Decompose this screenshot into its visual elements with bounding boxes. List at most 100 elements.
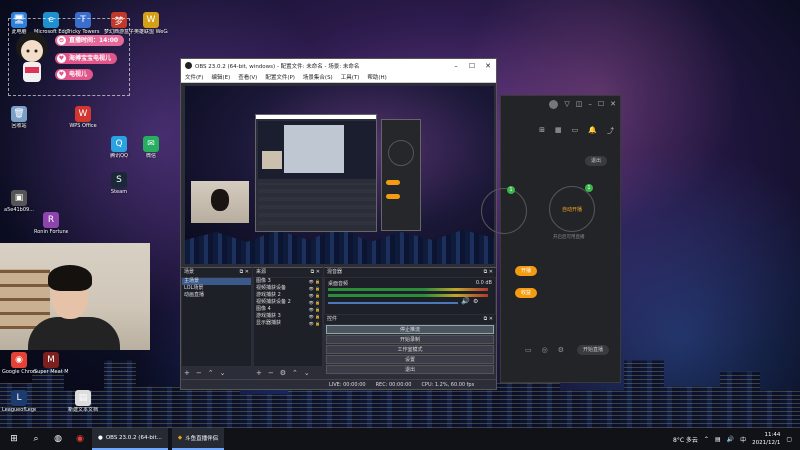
shield-icon[interactable]: ▽ (564, 100, 569, 109)
scenes-list: 主场景 LOL场景 动画直播 (182, 278, 251, 366)
visibility-lock-icon[interactable]: 👁 🔒 (309, 320, 322, 327)
close-icon[interactable]: ✕ (480, 62, 496, 70)
start-windows-icon[interactable]: ⊞ (6, 431, 22, 447)
clock[interactable]: 11:44 2021/12/1 (752, 431, 780, 447)
close-icon[interactable]: ✕ (610, 100, 616, 109)
logout-button[interactable]: 退出 (585, 156, 608, 166)
source-item[interactable]: 图像 3 👁 🔒 (254, 278, 322, 285)
desktop-icon[interactable]: ▣ a5e41b09... (2, 190, 36, 213)
desktop-icon-glyph: ◉ (11, 352, 27, 368)
chrome-icon[interactable]: ◉ (72, 431, 88, 447)
desktop-icon[interactable]: R Ronin Fortune (34, 212, 68, 235)
scene-item[interactable]: 主场景 (182, 278, 251, 285)
task-obs[interactable]: ● OBS 23.0.2 (64-bit... (92, 428, 168, 450)
desktop-icon[interactable]: W英雄联盟 WeGame (134, 12, 168, 35)
bell-icon[interactable]: 🔔 (588, 126, 597, 136)
gift-icon[interactable]: ◫ (576, 100, 583, 109)
up-icon[interactable]: ⌃ (292, 369, 298, 377)
menu-item[interactable]: 配置文件(P) (265, 73, 295, 81)
steam-icon[interactable]: ◍ (50, 431, 66, 447)
camera-icon[interactable]: ▭ (525, 346, 532, 354)
minimize-icon[interactable]: – (448, 62, 464, 70)
gear-icon[interactable]: ⚙ (280, 369, 286, 377)
minimize-icon[interactable]: – (588, 100, 592, 109)
nickname-pill: ♥ 海搏宝宝电视儿 (55, 53, 118, 64)
visibility-lock-icon[interactable]: 👁 🔒 (309, 306, 322, 313)
control-button[interactable]: 设置 (326, 355, 494, 364)
weather-label[interactable]: 8°C 多云 (673, 435, 698, 444)
visibility-lock-icon[interactable]: 👁 🔒 (309, 299, 322, 306)
gear-icon[interactable]: ⚙ (558, 346, 564, 354)
gear-icon[interactable]: ⚙ (473, 298, 478, 305)
restore-icon[interactable]: ☐ (598, 100, 604, 109)
visibility-lock-icon[interactable]: 👁 🔒 (309, 278, 322, 285)
remove-icon[interactable]: − (268, 369, 274, 377)
control-button[interactable]: 停止推流 (326, 325, 494, 334)
chevron-up-icon[interactable]: ⌃ (704, 436, 709, 443)
menu-item[interactable]: 查看(V) (238, 73, 257, 81)
volume-slider[interactable] (328, 302, 458, 304)
desktop-icon[interactable]: S Steam (102, 172, 136, 195)
notification-icon[interactable]: ▢ (786, 436, 792, 443)
source-item[interactable]: 显示器捕获 👁 🔒 (254, 320, 322, 327)
desktop-icon[interactable]: 🗑 回收站 (2, 106, 36, 129)
menu-item[interactable]: 场景集合(S) (303, 73, 333, 81)
obs-window[interactable]: OBS 23.0.2 (64-bit, windows) - 配置文件: 未命名… (180, 58, 497, 390)
avatar-widget[interactable]: ⏲ 直播时间：14:00 ♥ 海搏宝宝电视儿 ♥ 电视儿 (8, 18, 130, 96)
menu-item[interactable]: 文件(F) (185, 73, 203, 81)
obs-titlebar[interactable]: OBS 23.0.2 (64-bit, windows) - 配置文件: 未命名… (181, 59, 496, 72)
search-icon[interactable]: ⌕ (28, 431, 44, 447)
window-icon[interactable]: ▭ (572, 126, 579, 136)
down-icon[interactable]: ⌄ (220, 369, 226, 377)
input-language[interactable]: 中 (740, 435, 746, 444)
control-button[interactable]: 退出 (326, 365, 494, 374)
desktop-icon[interactable]: Q 腾讯QQ (102, 136, 136, 159)
orange-row-2[interactable]: 收益 (515, 288, 538, 298)
start-live-button[interactable]: 开始直播 (577, 345, 610, 355)
auto-start-circle[interactable]: 自动开播 (549, 186, 595, 232)
add-icon[interactable]: + (256, 369, 262, 377)
control-button[interactable]: 开始录制 (326, 335, 494, 344)
obs-preview[interactable] (185, 86, 494, 264)
menu-item[interactable]: 工具(T) (341, 73, 360, 81)
home-icon[interactable]: ⊞ (539, 126, 545, 136)
desktop-icon-glyph: W (75, 106, 91, 122)
speaker-icon[interactable]: 🔊 (461, 297, 470, 305)
eye-icon[interactable]: ◎ (542, 346, 548, 354)
visibility-lock-icon[interactable]: 👁 🔒 (309, 313, 322, 320)
task-assistant[interactable]: ◆ 斗鱼直播伴侣 (171, 428, 225, 450)
grid-icon[interactable]: ▦ (555, 126, 562, 136)
stream-assistant-window[interactable]: ▽ ◫ – ☐ ✕ ⊞ ▦ ▭ 🔔 ⤴ 退出 1 自动开播 1 开启后可用直播 … (481, 95, 621, 383)
orange-row-1[interactable]: 开播 (515, 266, 538, 276)
source-item[interactable]: 视频捕获设备 2 👁 🔒 (254, 299, 322, 306)
desktop-icon[interactable]: ▤ 新建文本文档 (66, 390, 100, 413)
source-item[interactable]: 图像 4 👁 🔒 (254, 306, 322, 313)
network-icon[interactable]: ▤ (715, 436, 721, 443)
scene-item[interactable]: 动画直播 (182, 292, 251, 299)
desktop-icon[interactable]: MSuper Meat Man (34, 352, 68, 375)
maximize-icon[interactable]: ☐ (464, 62, 480, 70)
down-icon[interactable]: ⌄ (304, 369, 310, 377)
source-item[interactable]: 游戏捕获 2 👁 🔒 (254, 292, 322, 299)
source-item[interactable]: 视频捕获设备 👁 🔒 (254, 285, 322, 292)
volume-icon[interactable]: 🔊 (727, 436, 734, 443)
desktop-icon[interactable]: LLeagueofLegends (2, 390, 36, 413)
up-icon[interactable]: ⌃ (208, 369, 214, 377)
share-icon[interactable]: ⤴ (607, 126, 614, 136)
menu-item[interactable]: 帮助(H) (367, 73, 386, 81)
desktop-icon-glyph: S (111, 172, 127, 188)
add-icon[interactable]: + (184, 369, 190, 377)
visibility-lock-icon[interactable]: 👁 🔒 (309, 285, 322, 292)
visibility-lock-icon[interactable]: 👁 🔒 (309, 292, 322, 299)
desktop-icon[interactable]: W WPS Office (66, 106, 100, 129)
desktop-icon[interactable]: ◉Google Chrome (2, 352, 36, 375)
menu-item[interactable]: 编辑(E) (211, 73, 230, 81)
remove-icon[interactable]: − (196, 369, 202, 377)
controls-title: 控件 (327, 316, 338, 322)
scene-item[interactable]: LOL场景 (182, 285, 251, 292)
desktop-icon[interactable]: ✉ 微信 (134, 136, 168, 159)
user-avatar-icon[interactable] (549, 100, 559, 109)
cpu-status: CPU: 1.2%, 60.00 fps (421, 382, 475, 388)
control-button[interactable]: 工作室模式 (326, 345, 494, 354)
source-item[interactable]: 游戏捕获 3 👁 🔒 (254, 313, 322, 320)
